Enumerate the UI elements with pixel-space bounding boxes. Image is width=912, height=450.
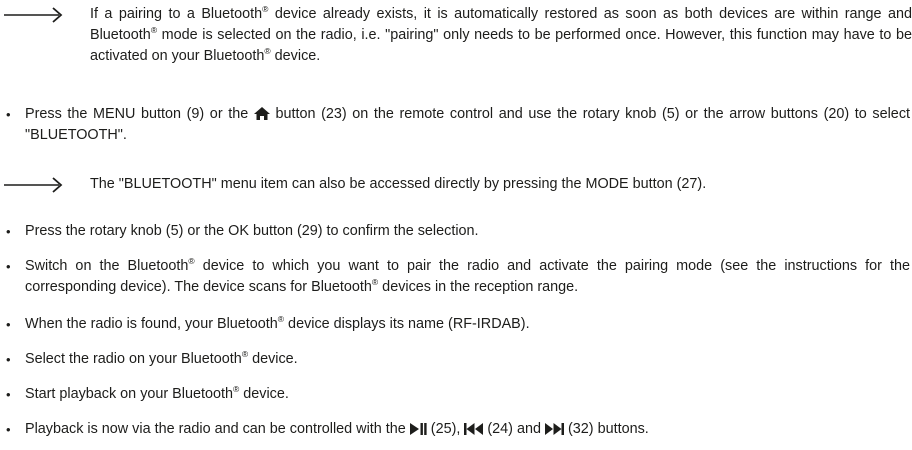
skip-forward-icon — [544, 423, 564, 435]
list-item: • Press the MENU button (9) or the butto… — [0, 104, 910, 146]
list-item-text: Select the radio on your Bluetooth® devi… — [25, 349, 298, 367]
list-item: • Press the rotary knob (5) or the OK bu… — [0, 221, 910, 242]
arrow-right-icon — [3, 4, 65, 26]
skip-back-icon — [464, 423, 484, 435]
note-text-1: If a pairing to a Bluetooth® device alre… — [90, 4, 912, 64]
home-icon — [253, 107, 270, 120]
list-item-text: Switch on the Bluetooth® device to which… — [25, 256, 910, 295]
note-block-1: If a pairing to a Bluetooth® device alre… — [0, 4, 912, 67]
list-item-text: When the radio is found, your Bluetooth®… — [25, 314, 530, 332]
list-item: • Select the radio on your Bluetooth® de… — [0, 349, 910, 370]
play-pause-icon — [409, 423, 427, 435]
note-text-2: The "BLUETOOTH" menu item can also be ac… — [90, 176, 707, 192]
list-item: • Playback is now via the radio and can … — [0, 419, 910, 440]
list-item-text: Start playback on your Bluetooth® device… — [25, 384, 289, 402]
arrow-right-icon — [3, 174, 65, 196]
list-item-text: Press the MENU button (9) or the button … — [25, 106, 911, 143]
bullet-marker: • — [6, 387, 11, 402]
list-item: • Switch on the Bluetooth® device to whi… — [0, 256, 910, 298]
bullet-marker: • — [6, 422, 11, 437]
bullet-marker: • — [6, 317, 11, 332]
list-item: • When the radio is found, your Bluetoot… — [0, 314, 910, 335]
bullet-marker: • — [6, 224, 11, 239]
bullet-marker: • — [6, 107, 11, 122]
list-item-text: Playback is now via the radio and can be… — [25, 421, 649, 437]
note-block-2: The "BLUETOOTH" menu item can also be ac… — [0, 174, 912, 196]
bullet-marker: • — [6, 259, 11, 274]
list-item: • Start playback on your Bluetooth® devi… — [0, 384, 910, 405]
list-item-text: Press the rotary knob (5) or the OK butt… — [25, 223, 479, 239]
bullet-marker: • — [6, 352, 11, 367]
